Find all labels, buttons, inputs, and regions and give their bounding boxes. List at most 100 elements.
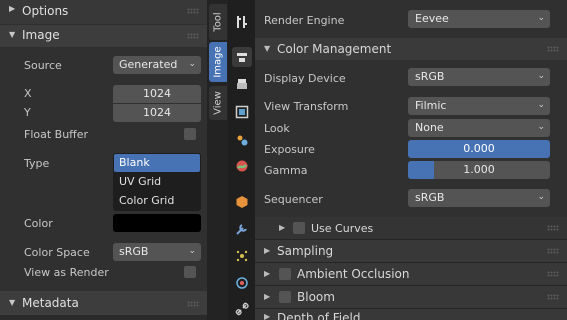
- source-dropdown[interactable]: Generated ⌄: [113, 56, 201, 74]
- render-engine-label: Render Engine: [264, 14, 345, 27]
- drag-grip-icon[interactable]: [547, 248, 559, 254]
- type-option-label: Blank: [119, 156, 150, 169]
- color-swatch[interactable]: [113, 214, 201, 232]
- sampling-panel-header[interactable]: ▶ Sampling: [255, 240, 567, 262]
- display-device-value: sRGB: [415, 70, 445, 83]
- type-dropdown-menu: Blank UV Grid Color Grid: [113, 153, 201, 211]
- render-engine-value: Eevee: [415, 12, 449, 25]
- source-label: Source: [24, 59, 62, 72]
- image-panel-header[interactable]: ▼ Image: [0, 25, 207, 47]
- physics-icon[interactable]: [232, 273, 252, 293]
- chevron-down-icon: ⌄: [537, 13, 545, 23]
- world-icon[interactable]: [232, 156, 252, 176]
- color-management-panel-header[interactable]: ▼ Color Management: [255, 38, 567, 60]
- source-value: Generated: [119, 58, 178, 71]
- drag-grip-icon[interactable]: [547, 225, 559, 231]
- use-curves-subpanel-header[interactable]: ▶ Use Curves: [255, 217, 567, 239]
- modifier-icon[interactable]: [232, 219, 252, 239]
- tab-view[interactable]: View: [209, 86, 227, 120]
- sequencer-label: Sequencer: [264, 193, 323, 206]
- type-option-uv-grid[interactable]: UV Grid: [114, 173, 200, 191]
- x-field[interactable]: 1024: [113, 85, 201, 103]
- particles-icon[interactable]: [232, 246, 252, 266]
- bloom-checkbox[interactable]: [279, 291, 291, 303]
- tab-image-label: Image: [212, 46, 224, 78]
- look-label: Look: [264, 122, 290, 135]
- color-space-dropdown[interactable]: sRGB ⌄: [113, 243, 201, 261]
- object-icon[interactable]: [232, 192, 252, 212]
- tool-settings-icon[interactable]: [232, 12, 252, 32]
- type-option-label: UV Grid: [119, 175, 162, 188]
- type-option-blank[interactable]: Blank: [114, 154, 200, 172]
- constraints-icon[interactable]: [232, 299, 252, 319]
- view-as-render-checkbox[interactable]: [184, 266, 196, 278]
- view-transform-value: Filmic: [415, 99, 447, 112]
- collapse-triangle-icon: ▶: [264, 246, 271, 255]
- gamma-slider[interactable]: 1.000: [408, 161, 550, 179]
- metadata-panel-header[interactable]: ▼ Metadata: [0, 291, 207, 315]
- y-field[interactable]: 1024: [113, 104, 201, 122]
- drag-grip-icon[interactable]: [187, 301, 199, 307]
- sampling-label: Sampling: [277, 244, 334, 258]
- bloom-panel-header[interactable]: ▶ Bloom: [255, 286, 567, 308]
- gamma-value: 1.000: [463, 163, 495, 176]
- color-space-value: sRGB: [119, 245, 149, 258]
- panel-footer: [0, 315, 207, 320]
- view-transform-dropdown[interactable]: Filmic ⌄: [408, 97, 550, 115]
- y-label: Y: [24, 106, 31, 119]
- collapse-triangle-icon: ▶: [264, 292, 271, 301]
- chevron-down-icon: ⌄: [537, 122, 545, 132]
- depth-of-field-label: Depth of Field: [277, 311, 361, 320]
- drag-grip-icon[interactable]: [547, 294, 559, 300]
- exposure-slider[interactable]: 0.000: [408, 140, 550, 158]
- y-value: 1024: [143, 106, 171, 119]
- tab-view-label: View: [212, 91, 224, 115]
- tab-tool-label: Tool: [212, 12, 224, 32]
- drag-grip-icon[interactable]: [547, 271, 559, 277]
- drag-grip-icon[interactable]: [547, 46, 559, 52]
- chevron-down-icon: ⌄: [537, 100, 545, 110]
- use-curves-checkbox[interactable]: [293, 222, 305, 234]
- look-dropdown[interactable]: None ⌄: [408, 119, 550, 137]
- color-space-label: Color Space: [24, 246, 90, 259]
- chevron-down-icon: ⌄: [537, 71, 545, 81]
- drag-grip-icon[interactable]: [187, 8, 199, 14]
- float-buffer-checkbox[interactable]: [184, 128, 196, 140]
- drag-grip-icon[interactable]: [187, 33, 199, 39]
- render-icon[interactable]: [232, 47, 252, 67]
- expand-triangle-icon: ▼: [264, 44, 271, 53]
- exposure-value: 0.000: [463, 142, 495, 155]
- collapse-triangle-icon: ▶: [9, 4, 16, 13]
- view-as-render-label: View as Render: [24, 266, 109, 279]
- metadata-panel-label: Metadata: [22, 296, 79, 310]
- exposure-label: Exposure: [264, 143, 315, 156]
- tab-tool[interactable]: Tool: [209, 4, 227, 40]
- output-icon[interactable]: [232, 74, 252, 94]
- collapse-triangle-icon: ▶: [264, 312, 271, 320]
- sequencer-dropdown[interactable]: sRGB ⌄: [408, 189, 550, 207]
- ambient-occlusion-panel-header[interactable]: ▶ Ambient Occlusion: [255, 263, 567, 285]
- type-label: Type: [24, 157, 50, 170]
- type-option-color-grid[interactable]: Color Grid: [114, 192, 200, 210]
- chevron-down-icon: ⌄: [188, 246, 196, 256]
- options-panel-header[interactable]: ▶ Options: [0, 0, 207, 24]
- display-device-label: Display Device: [264, 72, 346, 85]
- properties-tab-column: [228, 0, 255, 320]
- type-option-label: Color Grid: [119, 194, 175, 207]
- collapse-triangle-icon: ▶: [264, 269, 271, 278]
- image-panel-label: Image: [22, 28, 60, 42]
- use-curves-label: Use Curves: [311, 222, 374, 235]
- expand-triangle-icon: ▼: [9, 298, 16, 307]
- render-engine-dropdown[interactable]: Eevee ⌄: [408, 10, 550, 28]
- view-transform-label: View Transform: [264, 100, 349, 113]
- float-buffer-label: Float Buffer: [24, 128, 89, 141]
- view-layer-icon[interactable]: [232, 102, 252, 122]
- ambient-occlusion-checkbox[interactable]: [279, 268, 291, 280]
- x-label: X: [24, 87, 32, 100]
- expand-triangle-icon: ▼: [9, 30, 16, 39]
- display-device-dropdown[interactable]: sRGB ⌄: [408, 68, 550, 86]
- collapse-triangle-icon: ▶: [279, 223, 286, 232]
- depth-of-field-panel-header[interactable]: ▶ Depth of Field: [255, 309, 567, 320]
- tab-image[interactable]: Image: [209, 42, 227, 82]
- scene-icon[interactable]: [232, 130, 252, 150]
